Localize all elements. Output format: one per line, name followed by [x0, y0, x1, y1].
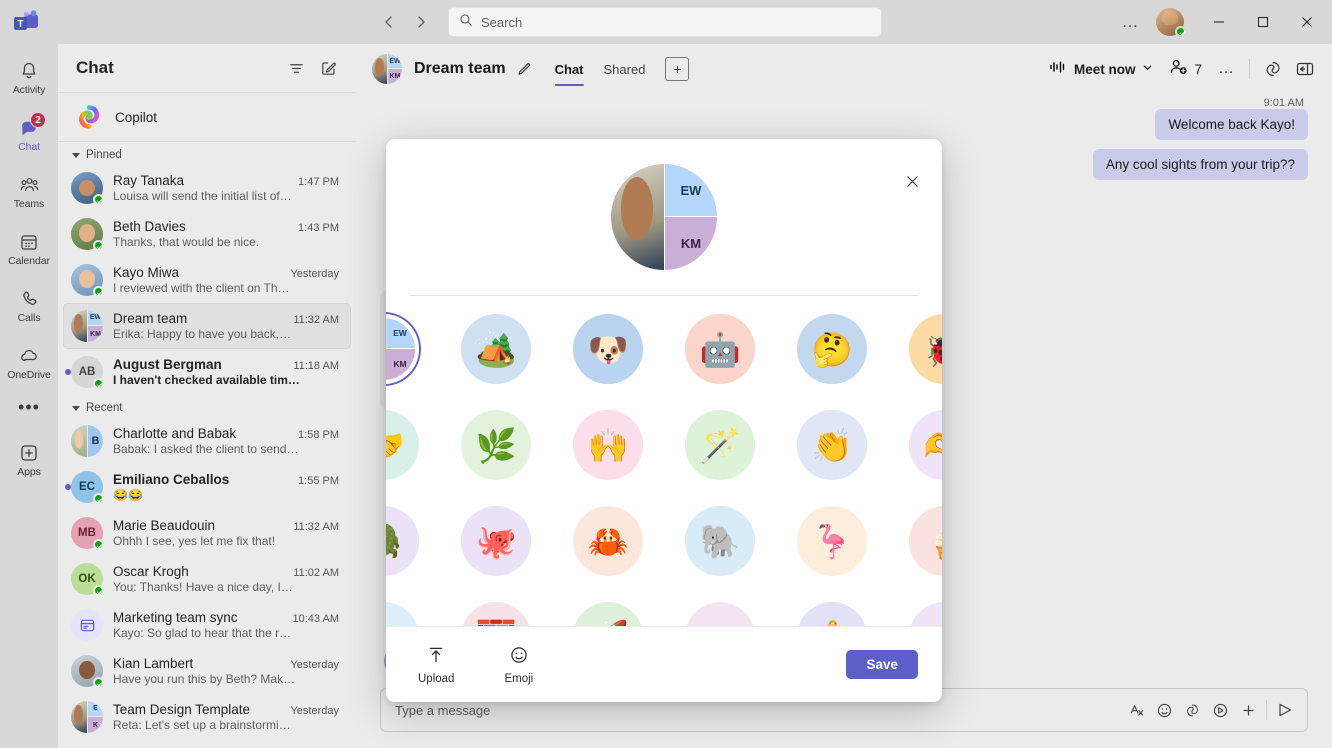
back-button[interactable] — [374, 7, 404, 37]
handshake-icon: 🤝 — [386, 429, 405, 462]
avatar-option-blocks-avatar[interactable]: 🧱 — [461, 602, 531, 626]
avatar-option-ice-cream-avatar[interactable]: 🍦 — [909, 506, 942, 576]
dialog-footer: Upload Emoji Save — [386, 626, 942, 702]
avatar-picker-scroll[interactable]: EW KM 🏕️ 🐶 🤖 🤔 🐞 🤝 🌿 🙌 🪄 👏 🫶 — [386, 296, 942, 626]
avatar-option-rocket-avatar[interactable]: 🚀 — [573, 602, 643, 626]
avatar-option-camera-avatar[interactable]: 📷 — [386, 602, 419, 626]
svg-text:T: T — [17, 19, 23, 30]
leaf-hand-icon: 🌿 — [475, 426, 517, 464]
thinking-face-icon: 🤔 — [811, 330, 853, 368]
avatar-option-raising-hands-avatar[interactable]: 🙌 — [573, 410, 643, 480]
flamingo-icon: 🦩 — [811, 522, 853, 560]
dog-icon: 🐶 — [587, 330, 629, 368]
close-button[interactable] — [1286, 6, 1328, 38]
presence-badge — [1175, 26, 1186, 37]
window-controls: … — [1112, 6, 1332, 38]
elephant-icon: 🐘 — [699, 522, 741, 560]
octopus-icon: 🐙 — [475, 522, 517, 560]
raising-hands-icon: 🙌 — [587, 426, 629, 464]
crocodile-icon: 🐊 — [386, 525, 405, 558]
avatar-option-robot-avatar[interactable]: 🤖 — [685, 314, 755, 384]
avatar-option-camping-avatar[interactable]: 🏕️ — [461, 314, 531, 384]
avatar-option-radio-avatar[interactable]: 📻 — [909, 602, 942, 626]
settings-more-button[interactable]: … — [1112, 6, 1148, 38]
teams-window: T Search … Activity 2 Chat Teams Calenda… — [0, 0, 1332, 748]
current-avatar-preview: EW KM — [611, 164, 717, 270]
emoji-icon — [509, 645, 529, 670]
change-avatar-dialog: EW KM EW KM 🏕️ 🐶 🤖 🤔 🌿 🙌 🪄 👏 🐙 🦀 🐘 🦩 Upl… — [386, 139, 942, 702]
avatar-grid: EW KM 🏕️ 🐶 🤖 🤔 🐞 🤝 🌿 🙌 🪄 👏 🫶 — [386, 314, 942, 626]
clapping-hands-icon: 👏 — [811, 426, 853, 464]
magic-wand-icon: 🪄 — [699, 426, 741, 464]
avatar-option-thinking-face-avatar[interactable]: 🤔 — [797, 314, 867, 384]
avatar-option-dog-avatar[interactable]: 🐶 — [573, 314, 643, 384]
avatar-initials-top: EW — [664, 164, 717, 217]
bug-icon: 🐞 — [923, 333, 942, 366]
avatar-option-bug-avatar[interactable]: 🐞 — [909, 314, 942, 384]
upload-icon — [426, 645, 446, 670]
avatar-option-teacup-avatar[interactable]: 🫖 — [685, 602, 755, 626]
avatar-option-leaf-hand-avatar[interactable]: 🌿 — [461, 410, 531, 480]
search-input[interactable]: Search — [448, 7, 882, 37]
ice-cream-icon: 🍦 — [923, 525, 942, 558]
emoji-button[interactable]: Emoji — [496, 641, 541, 689]
upload-label: Upload — [418, 672, 455, 685]
avatar-option-crab-avatar[interactable]: 🦀 — [573, 506, 643, 576]
title-bar: T Search … — [0, 0, 1332, 44]
emoji-label: Emoji — [504, 672, 534, 685]
search-icon — [459, 13, 473, 32]
camping-icon: 🏕️ — [475, 330, 517, 368]
avatar-option-handshake-avatar[interactable]: 🤝 — [386, 410, 419, 480]
avatar-option-clapping-hands-avatar[interactable]: 👏 — [797, 410, 867, 480]
teams-logo-icon: T — [0, 10, 52, 34]
nav-buttons — [374, 7, 436, 37]
avatar[interactable] — [1156, 8, 1186, 37]
avatar-option-elephant-bath-avatar[interactable]: 🐘 — [685, 506, 755, 576]
crab-icon: 🦀 — [587, 522, 629, 560]
app-body: Activity 2 Chat Teams Calendar Calls One… — [0, 44, 1332, 748]
avatar-initials-top: EW — [386, 318, 415, 349]
close-icon[interactable] — [896, 165, 928, 197]
avatar-initials-bottom: KM — [386, 349, 415, 380]
avatar-initials-bottom: KM — [664, 217, 717, 270]
avatar-option-flamingo-avatar[interactable]: 🦩 — [797, 506, 867, 576]
avatar-option-magic-wand-avatar[interactable]: 🪄 — [685, 410, 755, 480]
heart-hands-icon: 🫶 — [923, 429, 942, 462]
save-button[interactable]: Save — [846, 650, 918, 679]
robot-icon: 🤖 — [699, 330, 741, 368]
avatar-option-octopus-avatar[interactable]: 🐙 — [461, 506, 531, 576]
avatar-option-bell-avatar[interactable]: 🔔 — [797, 602, 867, 626]
minimize-button[interactable] — [1198, 6, 1240, 38]
avatar-option-heart-hands-avatar[interactable]: 🫶 — [909, 410, 942, 480]
avatar-option-current-group-avatar[interactable]: EW KM — [386, 314, 419, 384]
avatar-option-crocodile-avatar[interactable]: 🐊 — [386, 506, 419, 576]
maximize-button[interactable] — [1242, 6, 1284, 38]
upload-button[interactable]: Upload — [410, 641, 462, 689]
forward-button[interactable] — [406, 7, 436, 37]
dialog-hero: EW KM — [386, 139, 942, 295]
search-placeholder: Search — [481, 14, 523, 30]
